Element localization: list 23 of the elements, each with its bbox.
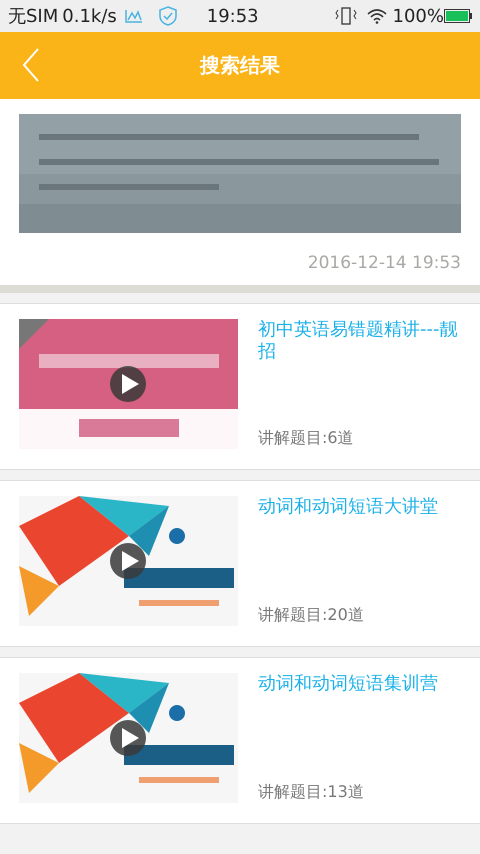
carrier-text: 无SIM — [8, 5, 58, 28]
vibrate-icon — [334, 6, 357, 26]
network-speed: 0.1k/s — [62, 6, 117, 26]
play-icon[interactable] — [110, 543, 146, 579]
result-card[interactable]: 动词和动词短语大讲堂 讲解题目:20道 — [0, 480, 480, 647]
shield-icon — [158, 6, 177, 26]
result-title: 动词和动词短语集训营 — [258, 673, 439, 695]
post-date: 2016-12-14 19:53 — [308, 253, 461, 273]
result-card[interactable]: 动词和动词短语集训营 讲解题目:13道 — [0, 657, 480, 824]
play-icon[interactable] — [110, 720, 146, 756]
clock-text: 19:53 — [206, 6, 259, 26]
result-card[interactable]: 初中英语易错题精讲---靓招 讲解题目:6道 — [0, 303, 480, 470]
battery-percent: 100% — [392, 6, 444, 26]
battery-icon — [444, 9, 472, 23]
question-count: 讲解题目:20道 — [258, 605, 365, 626]
result-title: 初中英语易错题精讲---靓招 — [258, 319, 458, 363]
image-icon — [124, 8, 143, 24]
result-title: 动词和动词短语大讲堂 — [258, 496, 439, 518]
question-count: 讲解题目:13道 — [258, 782, 365, 803]
page-title: 搜索结果 — [200, 52, 280, 79]
wifi-icon — [366, 8, 387, 24]
question-count: 讲解题目:6道 — [258, 428, 355, 449]
play-icon[interactable] — [110, 366, 146, 402]
